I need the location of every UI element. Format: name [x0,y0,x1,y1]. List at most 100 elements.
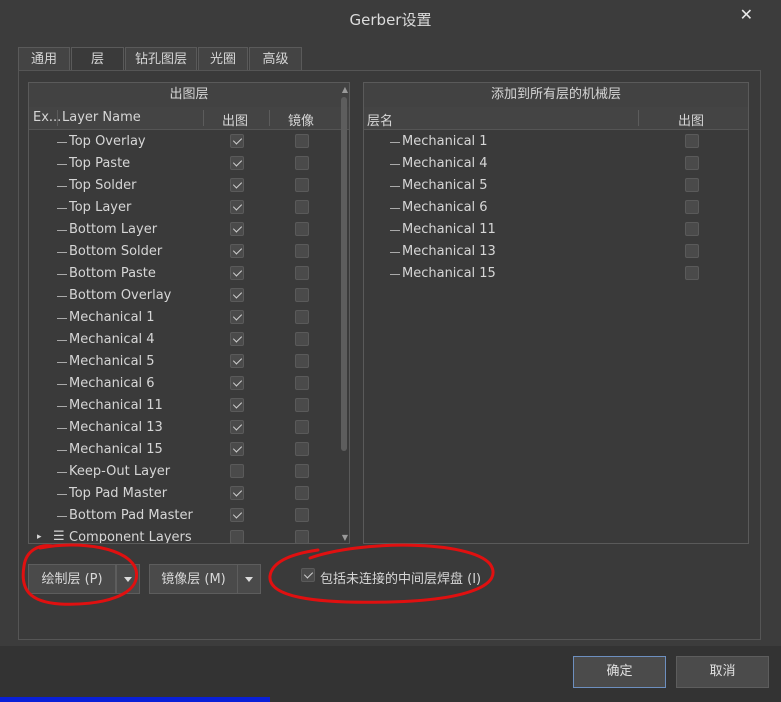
plot-layers-button[interactable]: 绘制层 (P) [28,564,116,594]
tab-apertures[interactable]: 光圈 [198,47,248,70]
plot-checkbox[interactable] [230,486,244,500]
tab-drill-layers[interactable]: 钻孔图层 [125,47,197,70]
mirror-checkbox[interactable] [295,266,309,280]
tab-general[interactable]: 通用 [18,47,70,70]
plot-checkbox[interactable] [230,244,244,258]
cancel-button[interactable]: 取消 [676,656,769,688]
scrollbar-thumb[interactable] [341,97,347,451]
mirror-checkbox[interactable] [295,288,309,302]
plot-checkbox[interactable] [230,200,244,214]
mirror-checkbox[interactable] [295,332,309,346]
mechanical-row[interactable]: Mechanical 6 [364,197,748,219]
tree-line-icon [390,252,400,253]
mirror-checkbox[interactable] [295,530,309,543]
layer-row[interactable]: Bottom Solder [29,241,349,263]
plot-layers-dropdown[interactable] [116,564,140,594]
expand-arrow-icon[interactable]: ▸ [37,532,42,542]
layer-row[interactable]: ▸ ☰ Component Layers [29,527,349,543]
col-plot[interactable]: 出图 [222,110,248,129]
plot-checkbox[interactable] [685,200,699,214]
plot-checkbox[interactable] [230,178,244,192]
layer-row[interactable]: Bottom Pad Master [29,505,349,527]
layer-row[interactable]: Top Layer [29,197,349,219]
layer-row[interactable]: Mechanical 5 [29,351,349,373]
plot-checkbox[interactable] [230,354,244,368]
ok-button[interactable]: 确定 [573,656,666,688]
tree-line-icon [57,362,67,363]
mirror-layers-button[interactable]: 镜像层 (M) [149,564,238,594]
mirror-checkbox[interactable] [295,508,309,522]
mechanical-row[interactable]: Mechanical 5 [364,175,748,197]
col-plot-right[interactable]: 出图 [678,110,704,129]
layer-name: Mechanical 11 [69,398,163,413]
plot-checkbox[interactable] [230,442,244,456]
plot-checkbox[interactable] [230,508,244,522]
mirror-checkbox[interactable] [295,420,309,434]
plot-checkbox[interactable] [230,376,244,390]
layer-row[interactable]: Mechanical 13 [29,417,349,439]
plot-checkbox[interactable] [230,464,244,478]
plot-checkbox[interactable] [230,266,244,280]
plot-checkbox[interactable] [685,266,699,280]
layer-row[interactable]: Top Paste [29,153,349,175]
plot-checkbox[interactable] [230,420,244,434]
mirror-checkbox[interactable] [295,134,309,148]
layer-row[interactable]: Mechanical 11 [29,395,349,417]
plot-checkbox[interactable] [230,332,244,346]
layer-name: Top Solder [69,178,137,193]
plot-checkbox[interactable] [230,134,244,148]
mechanical-row[interactable]: Mechanical 4 [364,153,748,175]
plot-checkbox[interactable] [685,222,699,236]
layer-row[interactable]: Top Overlay [29,131,349,153]
mirror-layers-dropdown[interactable] [237,564,261,594]
mirror-checkbox[interactable] [295,376,309,390]
layer-row[interactable]: Mechanical 1 [29,307,349,329]
layer-row[interactable]: Mechanical 15 [29,439,349,461]
layer-row[interactable]: Mechanical 6 [29,373,349,395]
col-layer-name[interactable]: Layer Name [62,110,141,125]
plot-checkbox[interactable] [685,244,699,258]
tab-advanced[interactable]: 高级 [249,47,302,70]
plot-checkbox[interactable] [685,178,699,192]
plot-checkbox[interactable] [230,288,244,302]
mirror-checkbox[interactable] [295,200,309,214]
mirror-checkbox[interactable] [295,310,309,324]
include-unconnected-checkbox[interactable] [301,568,315,582]
layer-name: Keep-Out Layer [69,464,171,479]
plot-checkbox[interactable] [230,530,244,543]
include-unconnected-label[interactable]: 包括未连接的中间层焊盘 (I) [320,568,481,587]
layer-name: Bottom Paste [69,266,156,281]
mirror-checkbox[interactable] [295,442,309,456]
plot-checkbox[interactable] [230,310,244,324]
mirror-checkbox[interactable] [295,464,309,478]
layer-row[interactable]: Top Solder [29,175,349,197]
mirror-checkbox[interactable] [295,244,309,258]
mirror-checkbox[interactable] [295,178,309,192]
layer-row[interactable]: Keep-Out Layer [29,461,349,483]
mechanical-row[interactable]: Mechanical 1 [364,131,748,153]
plot-checkbox[interactable] [685,156,699,170]
scroll-down-icon[interactable]: ▼ [342,533,348,542]
layer-row[interactable]: Mechanical 4 [29,329,349,351]
mirror-checkbox[interactable] [295,486,309,500]
col-mirror[interactable]: 镜像 [288,110,314,129]
plot-checkbox[interactable] [230,222,244,236]
col-layer-name-right[interactable]: 层名 [367,110,393,129]
mirror-checkbox[interactable] [295,354,309,368]
plot-checkbox[interactable] [685,134,699,148]
tab-layers[interactable]: 层 [71,47,124,71]
scroll-up-icon[interactable]: ▲ [342,85,348,94]
plot-checkbox[interactable] [230,156,244,170]
layer-row[interactable]: Bottom Layer [29,219,349,241]
mechanical-row[interactable]: Mechanical 11 [364,219,748,241]
layer-row[interactable]: Bottom Paste [29,263,349,285]
mechanical-row[interactable]: Mechanical 13 [364,241,748,263]
mechanical-row[interactable]: Mechanical 15 [364,263,748,285]
layer-row[interactable]: Bottom Overlay [29,285,349,307]
mirror-checkbox[interactable] [295,156,309,170]
mirror-checkbox[interactable] [295,398,309,412]
plot-checkbox[interactable] [230,398,244,412]
mirror-checkbox[interactable] [295,222,309,236]
close-icon[interactable]: ✕ [740,5,753,24]
layer-row[interactable]: Top Pad Master [29,483,349,505]
